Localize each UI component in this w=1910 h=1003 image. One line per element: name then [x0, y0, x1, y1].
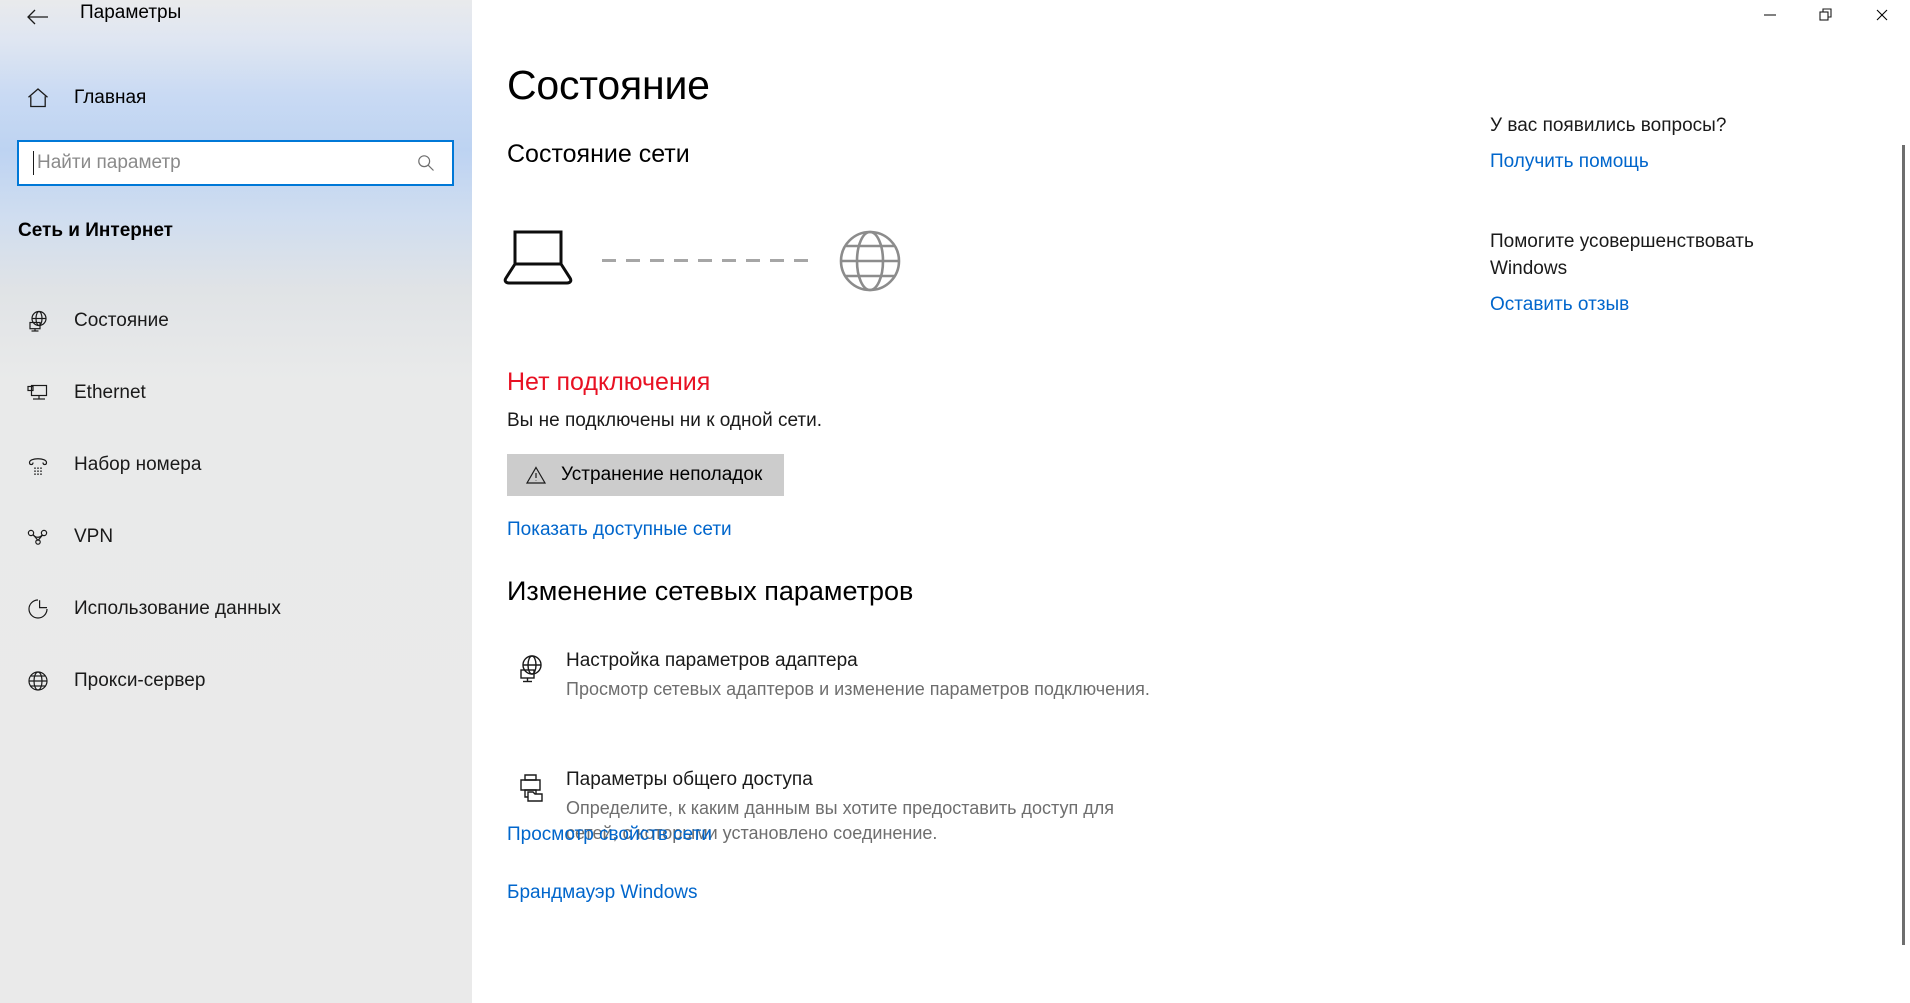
close-icon	[1874, 7, 1890, 28]
data-usage-icon	[10, 596, 66, 622]
show-available-networks-link[interactable]: Показать доступные сети	[507, 519, 732, 541]
search-placeholder: Найти параметр	[37, 152, 181, 173]
adapter-globe-icon	[502, 648, 560, 702]
globe-icon	[832, 223, 908, 304]
help-improve-heading: Помогите усовершенствовать Windows	[1490, 231, 1754, 279]
window-controls	[1742, 0, 1910, 34]
sidebar-home-label: Главная	[74, 87, 147, 108]
sidebar-item-ethernet[interactable]: Ethernet	[0, 357, 472, 429]
search-caret	[33, 151, 34, 175]
laptop-icon	[502, 224, 574, 299]
sidebar-item-proxy[interactable]: Прокси-сервер	[0, 645, 472, 717]
sidebar-category-title: Сеть и Интернет	[18, 220, 173, 241]
title-bar: Параметры	[0, 0, 1910, 40]
troubleshoot-button-label: Устранение неполадок	[561, 464, 763, 485]
help-questions-block: У вас появились вопросы? Получить помощь	[1490, 112, 1820, 173]
change-settings-heading: Изменение сетевых параметров	[507, 576, 914, 606]
sidebar-item-label: Прокси-сервер	[74, 670, 206, 691]
restore-icon	[1818, 7, 1834, 28]
network-status-icon	[10, 308, 66, 334]
scrollbar-thumb[interactable]	[1902, 145, 1905, 945]
sidebar-item-label: Использование данных	[74, 598, 281, 619]
network-status-heading: Состояние сети	[507, 140, 690, 168]
connection-status-title: Нет подключения	[507, 368, 711, 396]
option-title: Настройка параметров адаптера	[566, 650, 858, 671]
option-description: Просмотр сетевых адаптеров и изменение п…	[566, 679, 1150, 699]
sidebar-item-label: Состояние	[74, 310, 169, 331]
sidebar-item-label: Набор номера	[74, 454, 202, 475]
network-properties-link[interactable]: Просмотр свойств сети	[507, 824, 712, 846]
sidebar: Главная Найти параметр Сеть и Интернет С…	[0, 0, 472, 1003]
restore-button[interactable]	[1798, 0, 1854, 34]
search-input[interactable]: Найти параметр	[17, 140, 454, 186]
sidebar-item-label: VPN	[74, 526, 114, 547]
help-improve-block: Помогите усовершенствовать Windows Остав…	[1490, 228, 1790, 316]
back-arrow-icon	[26, 7, 50, 27]
sidebar-nav-list: Состояние Ethernet Набор номера VPN Испо…	[0, 285, 472, 717]
minimize-icon	[1762, 7, 1778, 28]
connection-status-description: Вы не подключены ни к одной сети.	[507, 410, 823, 431]
home-icon	[10, 85, 66, 111]
sidebar-item-dialup[interactable]: Набор номера	[0, 429, 472, 501]
help-questions-heading: У вас появились вопросы?	[1490, 115, 1727, 136]
vpn-icon	[10, 524, 66, 550]
minimize-button[interactable]	[1742, 0, 1798, 34]
back-button[interactable]	[14, 0, 62, 34]
connection-line-dashed	[602, 259, 818, 262]
sidebar-item-vpn[interactable]: VPN	[0, 501, 472, 573]
ethernet-icon	[10, 380, 66, 406]
dial-up-icon	[10, 452, 66, 478]
search-icon[interactable]	[416, 153, 436, 173]
proxy-globe-icon	[10, 668, 66, 694]
warning-triangle-icon	[525, 464, 547, 486]
close-button[interactable]	[1854, 0, 1910, 34]
option-title: Параметры общего доступа	[566, 769, 813, 790]
get-help-link[interactable]: Получить помощь	[1490, 151, 1649, 173]
page-title: Состояние	[507, 62, 710, 108]
settings-window: Главная Найти параметр Сеть и Интернет С…	[0, 0, 1910, 1003]
sidebar-item-data-usage[interactable]: Использование данных	[0, 573, 472, 645]
app-title: Параметры	[80, 2, 182, 23]
sidebar-item-status[interactable]: Состояние	[0, 285, 472, 357]
option-adapter-settings[interactable]: Настройка параметров адаптера Просмотр с…	[502, 648, 1202, 702]
leave-feedback-link[interactable]: Оставить отзыв	[1490, 294, 1629, 316]
troubleshoot-button[interactable]: Устранение неполадок	[507, 454, 785, 496]
sidebar-item-home[interactable]: Главная	[0, 74, 472, 122]
sidebar-item-label: Ethernet	[74, 382, 146, 403]
vertical-scrollbar[interactable]	[1894, 40, 1910, 1003]
network-diagram	[502, 218, 922, 298]
main-content: Состояние Состояние сети Нет подключения…	[472, 0, 1910, 1003]
firewall-link[interactable]: Брандмауэр Windows	[507, 882, 698, 904]
